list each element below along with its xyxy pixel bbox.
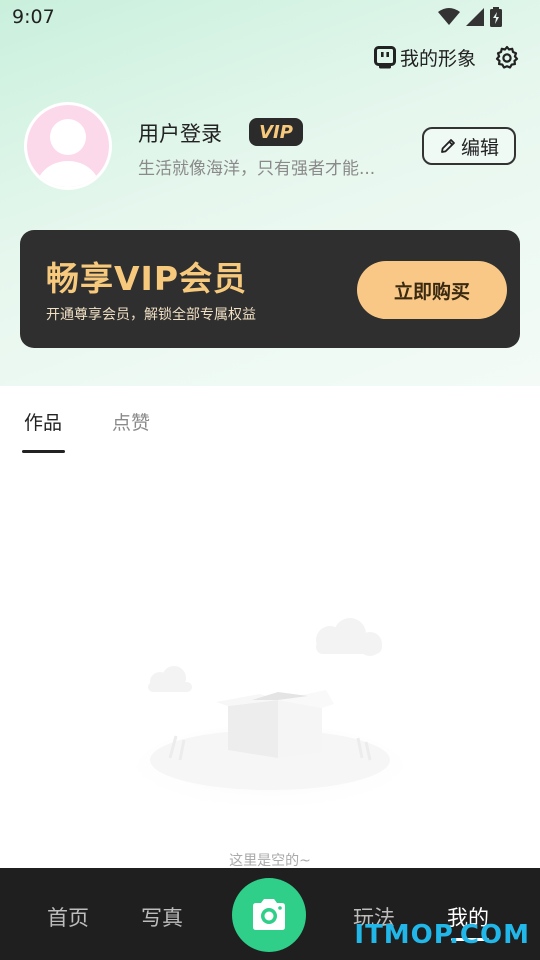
content-tabs: 作品 点赞 [0,386,540,456]
camera-button[interactable] [232,878,306,952]
wifi-icon [438,8,460,25]
tab-works[interactable]: 作品 [24,408,62,435]
nav-portrait[interactable]: 写真 [141,902,183,932]
active-tab-indicator [22,450,65,453]
my-avatar-label: 我的形象 [399,48,476,70]
vip-promo-card[interactable]: 畅享VIP会员 开通尊享会员，解锁全部专属权益 立即购买 [20,230,520,348]
vip-badge: VIP [249,118,303,146]
tab-likes[interactable]: 点赞 [112,408,150,435]
vip-promo-title: 畅享VIP会员 [46,259,248,298]
vip-promo-subtitle: 开通尊享会员，解锁全部专属权益 [46,307,256,323]
status-bar: 9:07 [0,0,540,36]
battery-icon [490,7,502,27]
buy-now-button[interactable]: 立即购买 [357,261,507,319]
signal-icon [466,8,484,26]
settings-gear-icon[interactable] [494,45,520,71]
status-time: 9:07 [12,6,55,28]
empty-box-illustration [135,618,405,815]
avatar[interactable] [24,102,112,190]
watermark: ITMOP.COM [354,920,530,950]
default-avatar-icon [27,105,109,187]
user-motto: 生活就像海洋，只有强者才能... [138,159,376,179]
robot-face-icon [373,45,396,68]
my-avatar-button[interactable]: 我的形象 [373,44,476,71]
pencil-icon [441,139,455,153]
edit-profile-button[interactable]: 编辑 [422,127,516,165]
camera-icon [253,899,285,930]
status-icons [438,7,502,27]
top-actions: 我的形象 [373,44,520,71]
empty-state-text: 这里是空的~ [229,853,311,869]
edit-label: 编辑 [460,136,499,159]
username-login-link[interactable]: 用户登录 [138,118,222,148]
nav-home[interactable]: 首页 [47,902,89,932]
